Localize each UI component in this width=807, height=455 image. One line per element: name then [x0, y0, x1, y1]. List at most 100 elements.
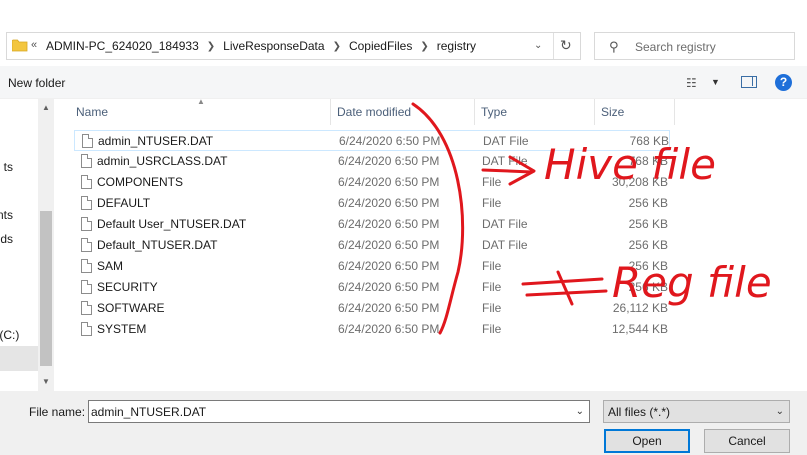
address-history-chevron-down-icon[interactable]: ⌄: [534, 40, 544, 51]
file-icon: [81, 301, 92, 315]
file-row[interactable]: Default User_NTUSER.DAT 6/24/2020 6:50 P…: [74, 214, 670, 235]
search-box[interactable]: ⚲ Search registry: [594, 32, 795, 60]
file-name-label: File name:: [29, 405, 86, 419]
annotation-reg-label: Reg file: [612, 258, 772, 307]
file-name: SAM: [97, 259, 124, 273]
column-divider[interactable]: [594, 99, 595, 125]
open-button[interactable]: Open: [604, 429, 690, 453]
breadcrumb-separator-icon[interactable]: ❯: [207, 41, 215, 52]
search-placeholder[interactable]: Search registry: [635, 40, 716, 54]
file-date: 6/24/2020 6:50 PM: [338, 259, 440, 273]
column-header-type[interactable]: Type: [481, 105, 507, 119]
view-options-chevron-down-icon[interactable]: ▼: [711, 77, 720, 87]
file-row[interactable]: SOFTWARE 6/24/2020 6:50 PM File 26,112 K…: [74, 298, 670, 319]
file-name: COMPONENTS: [97, 175, 184, 189]
new-folder-button[interactable]: New folder: [8, 76, 65, 90]
file-type: File: [482, 322, 502, 336]
breadcrumb-item[interactable]: registry: [437, 39, 476, 53]
preview-pane-icon[interactable]: [741, 76, 757, 88]
file-name: DEFAULT: [97, 196, 151, 210]
column-header-size[interactable]: Size: [601, 105, 624, 119]
breadcrumb-separator-icon[interactable]: ❯: [420, 41, 428, 52]
overflow-chevron-icon[interactable]: «: [31, 39, 37, 51]
file-size: 256 KB: [628, 238, 668, 252]
address-bar[interactable]: « ADMIN-PC_624020_184933 ❯ LiveResponseD…: [6, 32, 581, 60]
column-header-date[interactable]: Date modified: [337, 105, 411, 119]
file-name: Default_NTUSER.DAT: [97, 238, 218, 252]
file-date: 6/24/2020 6:50 PM: [338, 154, 440, 168]
file-type: File: [482, 175, 502, 189]
file-row[interactable]: SAM 6/24/2020 6:50 PM File 256 KB: [74, 256, 670, 277]
file-type: File: [482, 280, 502, 294]
file-icon: [82, 134, 93, 148]
file-name: admin_NTUSER.DAT: [98, 134, 214, 148]
file-name-chevron-down-icon[interactable]: ⌄: [576, 406, 584, 417]
file-type: DAT File: [482, 154, 528, 168]
nav-item[interactable]: nts: [0, 208, 38, 222]
breadcrumb-item[interactable]: ADMIN-PC_624020_184933: [46, 39, 199, 53]
file-date: 6/24/2020 6:50 PM: [338, 175, 440, 189]
file-type: File: [482, 301, 502, 315]
file-icon: [81, 154, 92, 168]
column-divider[interactable]: [674, 99, 675, 125]
scroll-down-icon[interactable]: ▼: [42, 377, 50, 386]
file-type: DAT File: [483, 134, 529, 148]
column-divider[interactable]: [330, 99, 331, 125]
file-icon: [81, 259, 92, 273]
annotation-hive-label: Hive file: [544, 140, 716, 189]
file-icon: [81, 217, 92, 231]
file-row[interactable]: SYSTEM 6/24/2020 6:50 PM File 12,544 KB: [74, 319, 670, 340]
file-date: 6/24/2020 6:50 PM: [338, 217, 440, 231]
nav-item[interactable]: ts: [0, 160, 38, 174]
column-header-row: ▲ Name Date modified Type Size: [56, 97, 807, 125]
file-icon: [81, 175, 92, 189]
file-icon: [81, 322, 92, 336]
nav-scrollbar[interactable]: ▲ ▼: [38, 99, 54, 391]
file-type: File: [482, 259, 502, 273]
command-toolbar: New folder ☷ ▼ ?: [0, 66, 807, 99]
file-name: SOFTWARE: [97, 301, 165, 315]
nav-selection-highlight: [0, 346, 38, 371]
file-name: Default User_NTUSER.DAT: [97, 217, 247, 231]
cancel-button[interactable]: Cancel: [704, 429, 790, 453]
file-date: 6/24/2020 6:50 PM: [338, 238, 440, 252]
file-name: SECURITY: [97, 280, 158, 294]
breadcrumb: ADMIN-PC_624020_184933 ❯ LiveResponseDat…: [46, 39, 476, 53]
file-icon: [81, 280, 92, 294]
column-header-name[interactable]: Name: [76, 105, 108, 119]
column-divider[interactable]: [474, 99, 475, 125]
navigation-pane: ts nts ds k (C:): [0, 99, 38, 391]
file-date: 6/24/2020 6:50 PM: [338, 196, 440, 210]
refresh-icon[interactable]: ↻: [560, 37, 572, 54]
file-date: 6/24/2020 6:50 PM: [338, 280, 440, 294]
address-bar-row: « ADMIN-PC_624020_184933 ❯ LiveResponseD…: [0, 0, 807, 66]
file-name: admin_USRCLASS.DAT: [97, 154, 228, 168]
file-type: DAT File: [482, 238, 528, 252]
dialog-footer: File name: ⌄ All files (*.*) ⌄ Open Canc…: [0, 391, 807, 455]
help-icon[interactable]: ?: [775, 74, 792, 91]
file-type: DAT File: [482, 217, 528, 231]
scrollbar-thumb[interactable]: [40, 211, 52, 366]
file-name-input[interactable]: [91, 403, 561, 420]
file-size: 256 KB: [628, 196, 668, 210]
breadcrumb-separator-icon[interactable]: ❯: [333, 41, 341, 52]
file-row[interactable]: SECURITY 6/24/2020 6:50 PM File 256 KB: [74, 277, 670, 298]
scroll-up-icon[interactable]: ▲: [42, 103, 50, 112]
nav-item[interactable]: ds: [0, 232, 38, 246]
file-size: 256 KB: [628, 217, 668, 231]
nav-item-drive[interactable]: k (C:): [0, 328, 38, 342]
breadcrumb-item[interactable]: CopiedFiles: [349, 39, 412, 53]
file-type-filter-select[interactable]: All files (*.*) ⌄: [603, 400, 790, 423]
breadcrumb-item[interactable]: LiveResponseData: [223, 39, 324, 53]
file-type: File: [482, 196, 502, 210]
view-options-icon[interactable]: ☷: [686, 76, 697, 90]
sort-ascending-icon: ▲: [197, 97, 205, 106]
file-type-filter-value: All files (*.*): [608, 405, 671, 419]
file-date: 6/24/2020 6:50 PM: [338, 322, 440, 336]
file-name-combobox[interactable]: ⌄: [88, 400, 590, 423]
file-row[interactable]: Default_NTUSER.DAT 6/24/2020 6:50 PM DAT…: [74, 235, 670, 256]
file-name: SYSTEM: [97, 322, 147, 336]
file-date: 6/24/2020 6:50 PM: [339, 134, 441, 148]
file-row[interactable]: DEFAULT 6/24/2020 6:50 PM File 256 KB: [74, 193, 670, 214]
filter-chevron-down-icon[interactable]: ⌄: [776, 406, 784, 417]
